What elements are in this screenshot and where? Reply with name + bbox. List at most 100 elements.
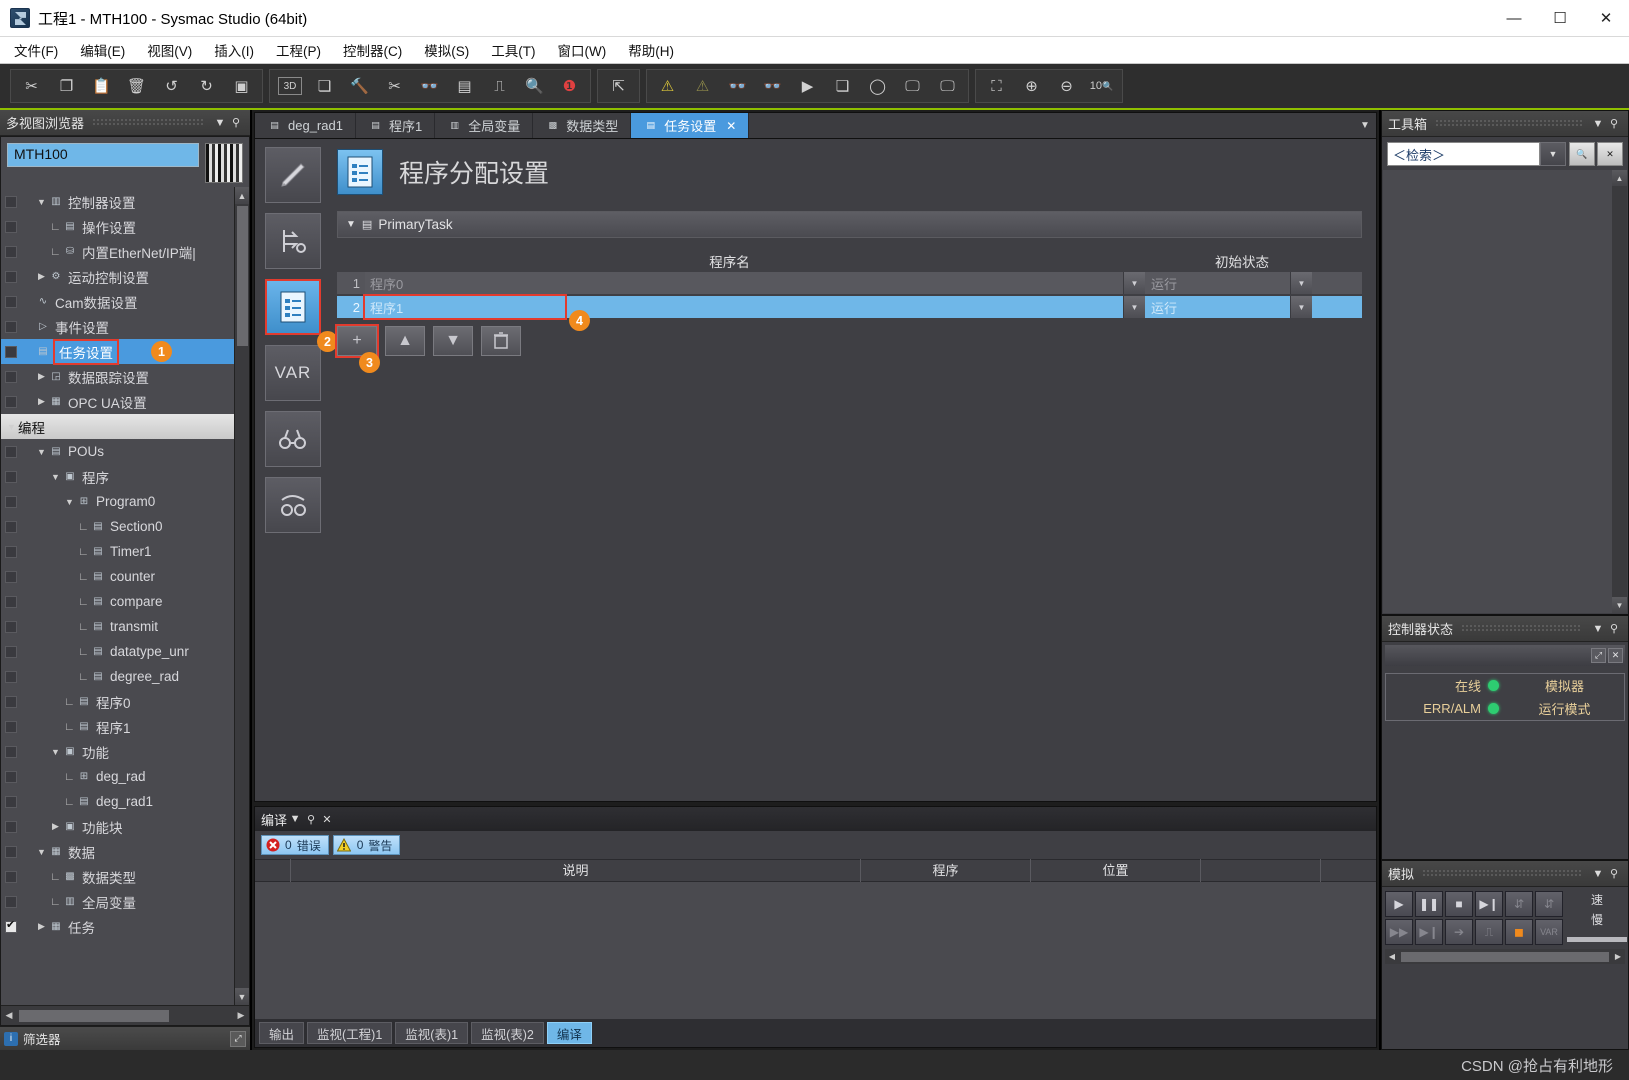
tree-checkbox[interactable] <box>5 470 17 483</box>
scroll-down-button[interactable]: ▼ <box>1612 597 1627 613</box>
table-compare-icon[interactable]: ▤ <box>447 70 482 102</box>
tree-checkbox[interactable] <box>5 270 17 283</box>
simulation-scrollbar[interactable]: ◀ ▶ <box>1385 949 1625 964</box>
error-count-chip[interactable]: 0 错误 <box>261 835 329 855</box>
tree-item-数据[interactable]: ▼ ▦ 数据 <box>1 839 234 864</box>
row-initial-state[interactable]: 运行 <box>1145 296 1290 318</box>
tree-checkbox[interactable] <box>5 545 17 558</box>
delete-icon[interactable]: 🗑 <box>119 70 154 102</box>
tab-overflow-chevron-down-icon[interactable]: ▼ <box>1354 113 1376 138</box>
chevron-down-icon[interactable]: ▼ <box>35 847 48 857</box>
filter-bar[interactable]: i 筛选器 ⤢ <box>0 1026 250 1050</box>
row-initial-state[interactable]: 运行 <box>1145 272 1290 294</box>
filter-expand-icon[interactable]: ⤢ <box>230 1030 246 1047</box>
tree-item-功能[interactable]: ▼ ▣ 功能 <box>1 739 234 764</box>
menu-insert[interactable]: 插入(I) <box>214 40 254 60</box>
maximize-button[interactable]: ☐ <box>1537 0 1583 37</box>
menu-help[interactable]: 帮助(H) <box>628 40 674 60</box>
row-state-dropdown[interactable]: ▼ <box>1290 296 1312 318</box>
tree-item-控制器设置[interactable]: ▼ ▥ 控制器设置 <box>1 189 234 214</box>
tree-item-transmit[interactable]: ∟ ▤ transmit <box>1 614 234 639</box>
tree-checkbox[interactable] <box>5 570 17 583</box>
scan-icon[interactable]: ⎍ <box>1475 919 1503 945</box>
tree-checkbox[interactable] <box>5 795 17 808</box>
close-icon[interactable]: ✕ <box>726 119 736 133</box>
hscroll-right-button[interactable]: ▶ <box>233 1007 249 1025</box>
warning-icon[interactable]: ⚠ <box>650 70 685 102</box>
tree-item-事件设置[interactable]: ▷ 事件设置 <box>1 314 234 339</box>
tree-checkbox[interactable] <box>5 770 17 783</box>
tree-item-编程[interactable]: ▼ 编程 <box>1 414 234 439</box>
warning-off-icon[interactable]: ⚠ <box>685 70 720 102</box>
build-icon[interactable]: 🔨 <box>342 70 377 102</box>
tree-item-内置EtherNetIP端[interactable]: ∟ ⛁ 内置EtherNet/IP端| <box>1 239 234 264</box>
hscroll-thumb[interactable] <box>19 1009 169 1022</box>
exclusive-control-icon[interactable] <box>265 477 321 533</box>
table-row[interactable]: 2 程序1 ▼ 运行 ▼ 4 <box>337 294 1362 331</box>
pin-icon[interactable]: ⚲ <box>228 116 244 129</box>
tree-item-数据跟踪设置[interactable]: ▶ ◲ 数据跟踪设置 <box>1 364 234 389</box>
bottom-tab-监视工程1[interactable]: 监视(工程)1 <box>307 1022 393 1044</box>
minimize-button[interactable]: — <box>1491 0 1537 37</box>
chevron-down-icon[interactable]: ▼ <box>1590 868 1606 880</box>
menu-edit[interactable]: 编辑(E) <box>80 40 125 60</box>
hscroll-left-button[interactable]: ◀ <box>1 1007 17 1025</box>
tree-checkbox[interactable] <box>5 370 17 383</box>
step-over-icon[interactable]: ⇵ <box>1505 891 1533 917</box>
zoom-in-icon[interactable]: ⊕ <box>1014 70 1049 102</box>
tree-checkbox[interactable] <box>5 870 17 883</box>
chevron-down-icon[interactable]: ▼ <box>1590 118 1606 130</box>
pin-icon[interactable]: ⚲ <box>1606 622 1622 635</box>
continue-icon[interactable]: ➔ <box>1445 919 1473 945</box>
chevron-down-icon[interactable]: ▼ <box>49 472 62 482</box>
simulator-stop-icon[interactable]: 🖵 <box>930 70 965 102</box>
row-program-name[interactable]: 程序1 <box>363 294 567 320</box>
tree-checkbox[interactable] <box>5 695 17 708</box>
menu-simulation[interactable]: 模拟(S) <box>424 40 469 60</box>
bottom-tab-输出[interactable]: 输出 <box>259 1022 305 1044</box>
tree-item-Cam数据设置[interactable]: ∿ Cam数据设置 <box>1 289 234 314</box>
tree-checkbox[interactable] <box>5 520 17 533</box>
tree-checkbox[interactable] <box>5 895 17 908</box>
project-window-icon[interactable]: ❏ <box>307 70 342 102</box>
pin-icon[interactable]: ⚲ <box>1606 867 1622 880</box>
tree-item-POUs[interactable]: ▼ ▤ POUs <box>1 439 234 464</box>
speed-slider[interactable] <box>1567 937 1627 942</box>
row-state-dropdown[interactable]: ▼ <box>1290 272 1312 294</box>
tree-checkbox[interactable] <box>5 395 17 408</box>
bottom-tab-编译[interactable]: 编译 <box>546 1022 592 1044</box>
redo-icon[interactable]: ↻ <box>189 70 224 102</box>
move-up-button[interactable]: ▲ <box>385 326 425 356</box>
online-icon[interactable]: ◯ <box>860 70 895 102</box>
tree-checkbox[interactable] <box>5 620 17 633</box>
chevron-right-icon[interactable]: ▶ <box>35 396 48 407</box>
scroll-down-button[interactable]: ▼ <box>234 988 249 1005</box>
row-program-dropdown[interactable]: ▼ <box>1123 296 1145 318</box>
tree-item-Program0[interactable]: ▼ ⊞ Program0 <box>1 489 234 514</box>
tree-item-任务设置[interactable]: ▤ 任务设置 1 <box>1 338 234 365</box>
tree-item-deg_rad[interactable]: ∟ ⊞ deg_rad <box>1 764 234 789</box>
chevron-down-icon[interactable]: ▼ <box>212 117 228 129</box>
tree-item-counter[interactable]: ∟ ▤ counter <box>1 564 234 589</box>
tree-vertical-scrollbar[interactable]: ▲ ▼ <box>234 187 249 1005</box>
monitor-icon[interactable]: ⎍ <box>482 70 517 102</box>
menu-view[interactable]: 视图(V) <box>147 40 192 60</box>
edit-pencil-icon[interactable] <box>265 147 321 203</box>
tree-checkbox[interactable] <box>5 820 17 833</box>
zoom-ratio-icon[interactable]: 10 🔍 <box>1084 70 1119 102</box>
editor-tab-任务设置[interactable]: ▤ 任务设置 ✕ <box>631 113 750 138</box>
tree-item-程序0[interactable]: ∟ ▤ 程序0 <box>1 689 234 714</box>
3d-view-icon[interactable]: 3D <box>278 77 302 95</box>
chevron-right-icon[interactable]: ▶ <box>49 821 62 832</box>
scroll-up-button[interactable]: ▲ <box>234 187 249 204</box>
tree-item-degree_rad[interactable]: ∟ ▤ degree_rad <box>1 664 234 689</box>
tree-item-datatype_unr[interactable]: ∟ ▤ datatype_unr <box>1 639 234 664</box>
tree-item-功能块[interactable]: ▶ ▣ 功能块 <box>1 814 234 839</box>
bottom-tab-监视表1[interactable]: 监视(表)1 <box>395 1022 469 1044</box>
task-group-header[interactable]: ▼ ▤ PrimaryTask <box>338 212 1361 237</box>
bottom-tab-监视表2[interactable]: 监视(表)2 <box>471 1022 544 1044</box>
tree-item-compare[interactable]: ∟ ▤ compare <box>1 589 234 614</box>
move-down-button[interactable]: ▼ <box>433 326 473 356</box>
tree-checkbox[interactable] <box>5 670 17 683</box>
copy-icon[interactable]: ❐ <box>49 70 84 102</box>
